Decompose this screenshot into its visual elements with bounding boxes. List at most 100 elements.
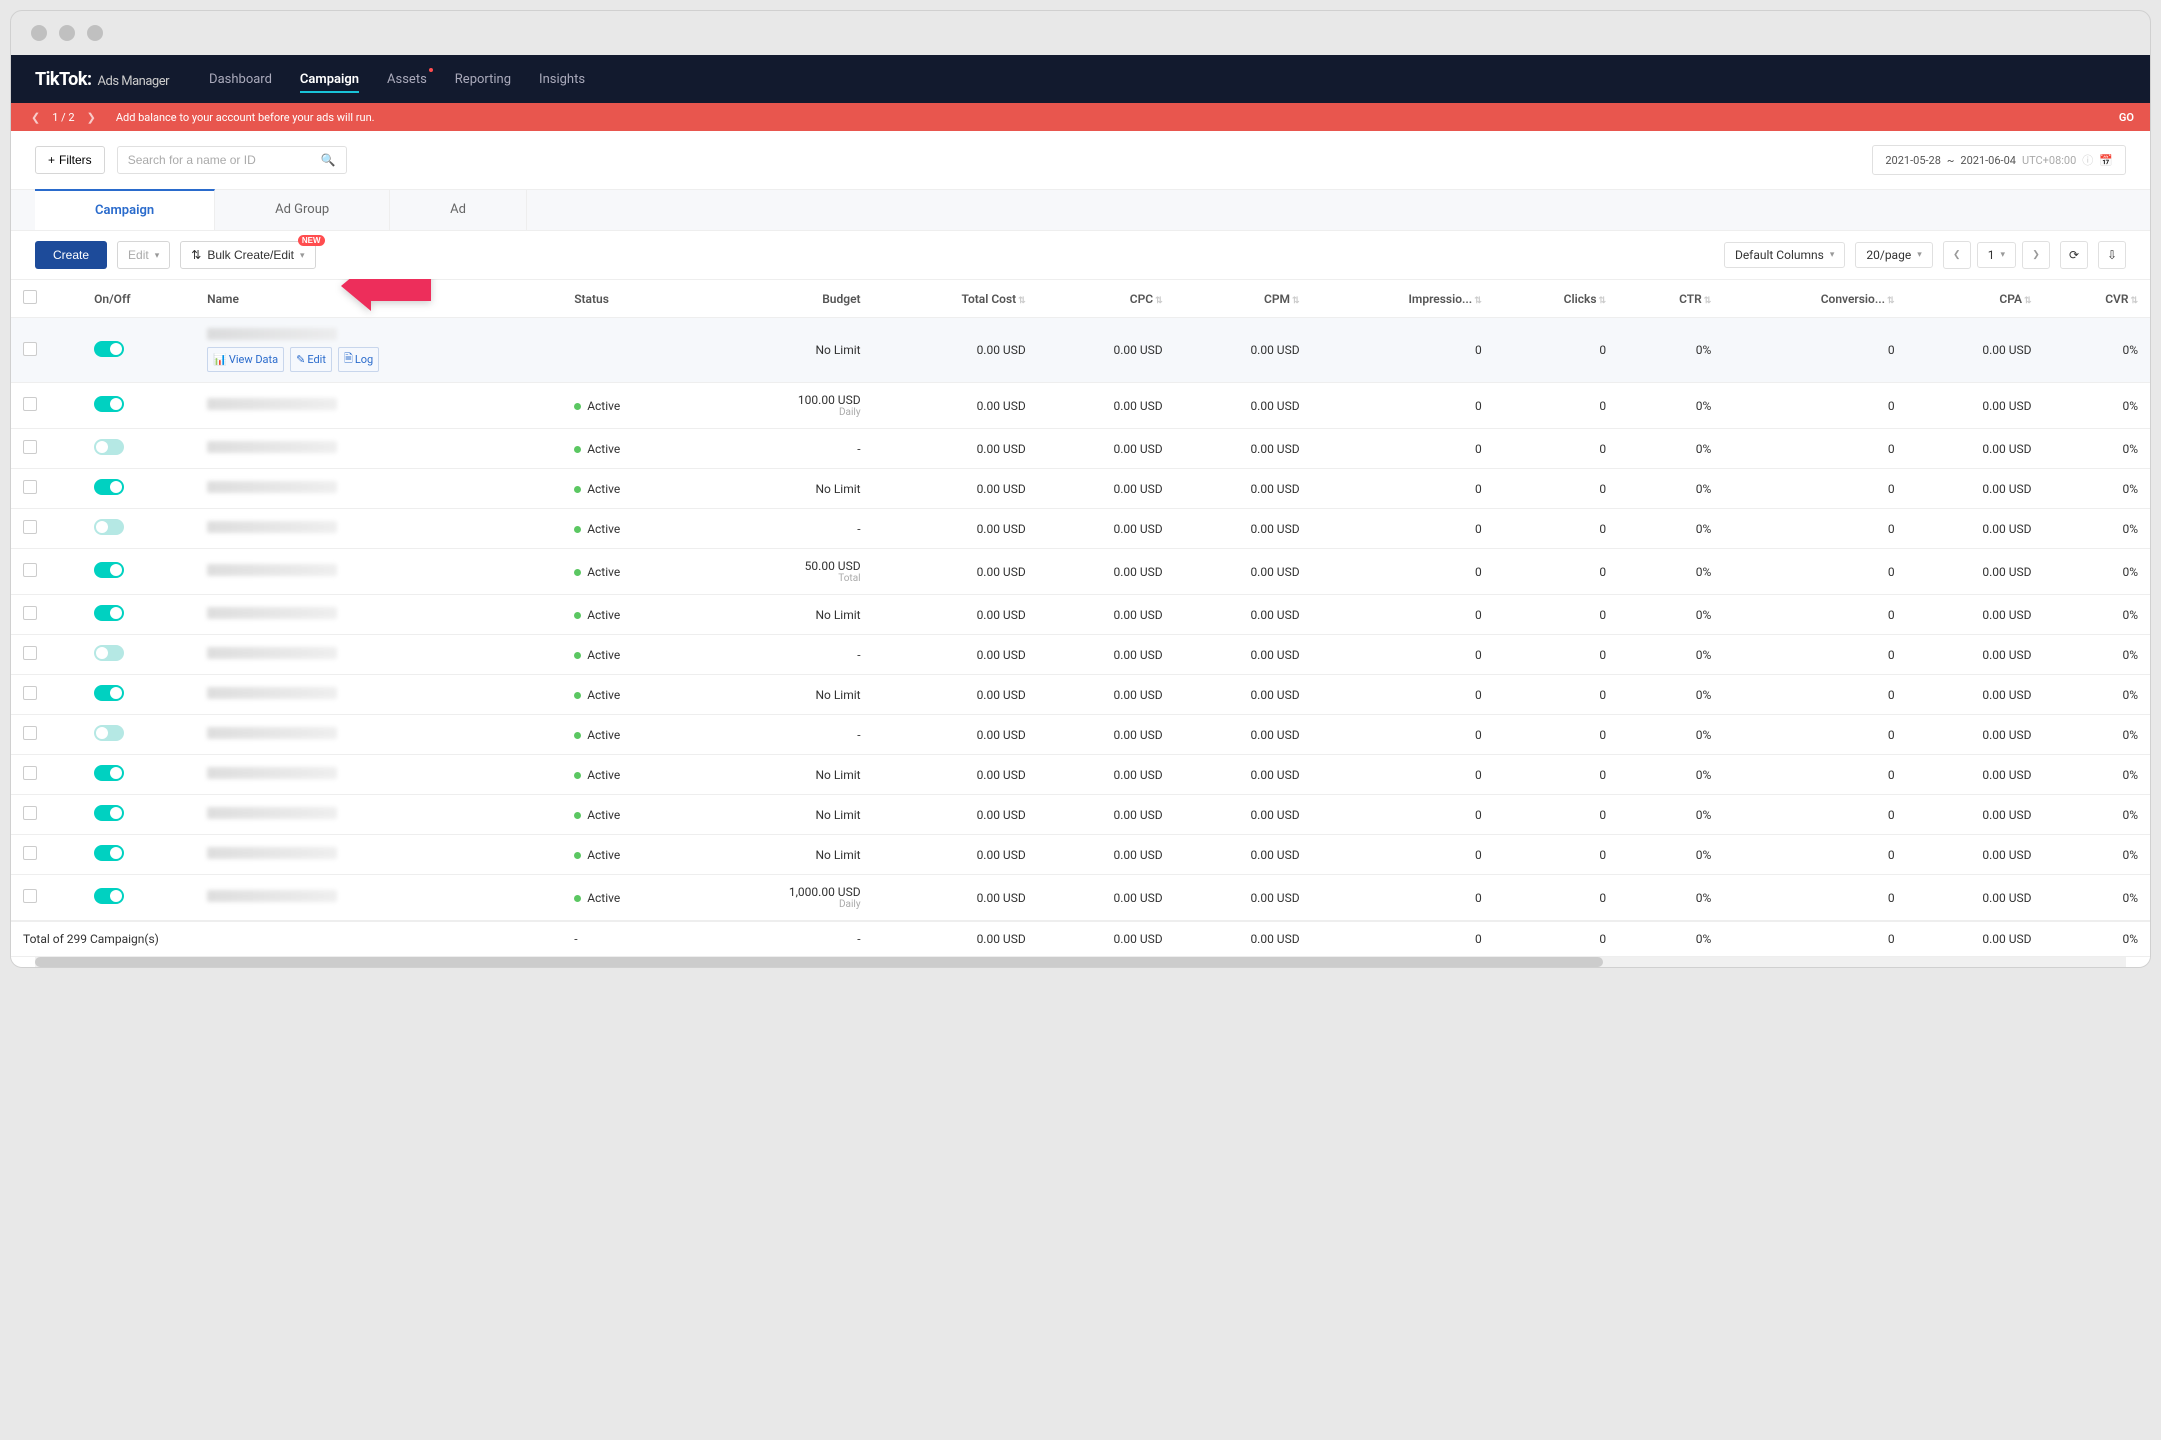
- status-cell: Active: [562, 875, 693, 922]
- row-checkbox[interactable]: [23, 520, 37, 534]
- refresh-button[interactable]: ⟳: [2060, 241, 2088, 269]
- prev-page-button[interactable]: ❮: [1943, 241, 1971, 269]
- col-header[interactable]: CVR⇅: [2044, 280, 2150, 318]
- row-action-edit[interactable]: ✎Edit: [290, 347, 332, 372]
- cpm-cell: 0.00 USD: [1175, 875, 1312, 922]
- row-checkbox[interactable]: [23, 726, 37, 740]
- alert-go-link[interactable]: GO: [2119, 111, 2134, 124]
- row-checkbox[interactable]: [23, 397, 37, 411]
- col-header[interactable]: Conversio...⇅: [1723, 280, 1906, 318]
- col-header[interactable]: Total Cost⇅: [873, 280, 1038, 318]
- campaign-name-redacted[interactable]: [207, 727, 337, 739]
- nav-item-insights[interactable]: Insights: [539, 58, 585, 101]
- row-checkbox[interactable]: [23, 342, 37, 356]
- on-off-toggle[interactable]: [94, 685, 124, 701]
- table-row: Active50.00 USDTotal0.00 USD0.00 USD0.00…: [11, 549, 2150, 595]
- row-checkbox[interactable]: [23, 686, 37, 700]
- row-checkbox[interactable]: [23, 606, 37, 620]
- on-off-toggle[interactable]: [94, 519, 124, 535]
- clicks-cell: 0: [1494, 635, 1618, 675]
- campaign-name-redacted[interactable]: [207, 521, 337, 533]
- on-off-toggle[interactable]: [94, 479, 124, 495]
- cvr-cell: 0%: [2044, 509, 2150, 549]
- campaign-name-redacted[interactable]: [207, 847, 337, 859]
- chevron-right-icon[interactable]: ❯: [83, 111, 100, 124]
- cvr-cell: 0%: [2044, 429, 2150, 469]
- edit-button[interactable]: Edit ▾: [117, 241, 170, 269]
- on-off-toggle[interactable]: [94, 888, 124, 904]
- campaign-name-redacted[interactable]: [207, 767, 337, 779]
- col-header[interactable]: CPA⇅: [1907, 280, 2044, 318]
- cpm-cell: 0.00 USD: [1175, 755, 1312, 795]
- sort-icon: ⇅: [2024, 296, 2032, 306]
- footer-total-label: Total of 299 Campaign(s): [11, 921, 562, 957]
- on-off-toggle[interactable]: [94, 341, 124, 357]
- nav-item-dashboard[interactable]: Dashboard: [209, 58, 272, 101]
- search-input[interactable]: [128, 153, 321, 167]
- on-off-toggle[interactable]: [94, 845, 124, 861]
- next-page-button[interactable]: ❯: [2022, 241, 2050, 269]
- col-header[interactable]: Impressio...⇅: [1312, 280, 1494, 318]
- col-header[interactable]: CTR⇅: [1618, 280, 1723, 318]
- ctr-cell: 0%: [1618, 318, 1723, 383]
- search-box[interactable]: 🔍: [117, 146, 347, 174]
- on-off-toggle[interactable]: [94, 765, 124, 781]
- col-header[interactable]: Budget: [693, 280, 872, 318]
- on-off-toggle[interactable]: [94, 605, 124, 621]
- table-row: ActiveNo Limit0.00 USD0.00 USD0.00 USD00…: [11, 469, 2150, 509]
- campaign-name-redacted[interactable]: [207, 807, 337, 819]
- row-checkbox[interactable]: [23, 766, 37, 780]
- col-header[interactable]: Clicks⇅: [1494, 280, 1618, 318]
- row-checkbox[interactable]: [23, 846, 37, 860]
- campaign-name-redacted[interactable]: [207, 687, 337, 699]
- nav-item-campaign[interactable]: Campaign: [300, 58, 359, 101]
- row-checkbox[interactable]: [23, 889, 37, 903]
- page-size-select[interactable]: 20/page ▾: [1855, 242, 1932, 268]
- col-header[interactable]: CPM⇅: [1175, 280, 1312, 318]
- campaign-name-redacted[interactable]: [207, 564, 337, 576]
- cost-cell: 0.00 USD: [873, 875, 1038, 922]
- campaign-name-redacted[interactable]: [207, 398, 337, 410]
- campaign-name-redacted[interactable]: [207, 890, 337, 902]
- on-off-toggle[interactable]: [94, 562, 124, 578]
- on-off-toggle[interactable]: [94, 396, 124, 412]
- on-off-toggle[interactable]: [94, 645, 124, 661]
- on-off-toggle[interactable]: [94, 725, 124, 741]
- budget-cell: No Limit: [693, 318, 872, 383]
- nav-item-reporting[interactable]: Reporting: [455, 58, 511, 101]
- campaign-name-redacted[interactable]: [207, 647, 337, 659]
- row-checkbox[interactable]: [23, 646, 37, 660]
- tab-ad[interactable]: Ad: [390, 190, 527, 230]
- chevron-left-icon[interactable]: ❮: [27, 111, 44, 124]
- filters-button[interactable]: + Filters: [35, 146, 105, 174]
- page-number-select[interactable]: 1 ▾: [1977, 242, 2016, 268]
- campaign-name-redacted[interactable]: [207, 328, 337, 340]
- columns-select[interactable]: Default Columns ▾: [1724, 242, 1845, 268]
- clicks-cell: 0: [1494, 469, 1618, 509]
- ctr-cell: 0%: [1618, 549, 1723, 595]
- campaign-name-redacted[interactable]: [207, 481, 337, 493]
- tab-ad-group[interactable]: Ad Group: [215, 190, 390, 230]
- row-checkbox[interactable]: [23, 806, 37, 820]
- horizontal-scrollbar[interactable]: [35, 957, 2126, 967]
- col-header[interactable]: CPC⇅: [1038, 280, 1175, 318]
- campaign-name-redacted[interactable]: [207, 607, 337, 619]
- date-range-picker[interactable]: 2021-05-28 ~ 2021-06-04 UTC+08:00 ⓘ 📅: [1872, 145, 2126, 175]
- row-checkbox[interactable]: [23, 480, 37, 494]
- row-checkbox[interactable]: [23, 563, 37, 577]
- nav-item-assets[interactable]: Assets: [387, 58, 427, 101]
- export-button[interactable]: ⇩: [2098, 241, 2126, 269]
- status-dot-icon: [574, 732, 581, 739]
- row-action-view[interactable]: 📊View Data: [207, 347, 284, 372]
- select-all-checkbox[interactable]: [23, 290, 37, 304]
- on-off-toggle[interactable]: [94, 439, 124, 455]
- tab-campaign[interactable]: Campaign: [35, 189, 215, 230]
- create-button[interactable]: Create: [35, 241, 107, 269]
- on-off-toggle[interactable]: [94, 805, 124, 821]
- row-action-log[interactable]: 🗎Log: [338, 347, 379, 372]
- cpc-cell: 0.00 USD: [1038, 318, 1175, 383]
- row-checkbox[interactable]: [23, 440, 37, 454]
- row-action-label: View Data: [229, 353, 278, 366]
- bulk-create-edit-button[interactable]: ⇅ Bulk Create/Edit ▾ NEW: [180, 241, 315, 269]
- campaign-name-redacted[interactable]: [207, 441, 337, 453]
